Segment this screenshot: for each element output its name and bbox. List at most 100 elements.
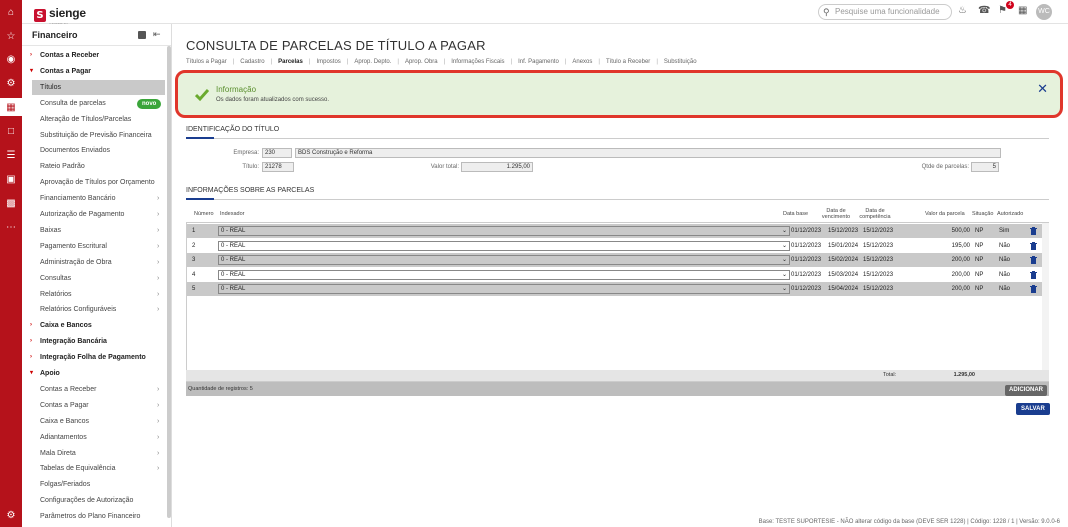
building-icon[interactable]: ◉: [0, 50, 22, 68]
add-button[interactable]: ADICIONAR: [1005, 385, 1047, 396]
cell-valor[interactable]: 200,00: [927, 282, 970, 296]
sidebar-item[interactable]: Títulos: [32, 79, 165, 95]
sidebar-item[interactable]: Relatórios Configuráveis ›: [22, 302, 171, 317]
sidebar-item[interactable]: Configurações de Autorização: [22, 493, 171, 508]
col-situacao[interactable]: Situação: [972, 211, 993, 217]
table-row[interactable]: 2 01/12/2023 15/01/2024 15/12/2023 NP Não 195,…: [187, 239, 1042, 253]
col-numero[interactable]: Número: [194, 211, 214, 217]
sidebar-item[interactable]: Pagamento Escritural ›: [22, 239, 171, 254]
tab[interactable]: Títulos a Pagar: [186, 59, 233, 69]
sidebar-item[interactable]: ▾ Contas a Pagar: [22, 64, 171, 79]
sidebar-item[interactable]: Alteração de Títulos/Parcelas: [22, 112, 171, 127]
lock-icon[interactable]: ▣: [0, 170, 22, 188]
sidebar-item[interactable]: Adiantamentos ›: [22, 430, 171, 445]
status-footer: Base: TESTE SUPORTESIE - NÃO alterar cód…: [758, 519, 1060, 525]
sidebar-item[interactable]: Documentos Enviados: [22, 143, 171, 158]
tab[interactable]: Aprop. Obra: [405, 59, 444, 69]
sidebar-item[interactable]: Aprovação de Títulos por Orçamento: [22, 175, 171, 190]
sidebar-item[interactable]: Rateio Padrão: [22, 159, 171, 174]
tab[interactable]: Aprop. Depto.: [354, 59, 397, 69]
sidebar-item[interactable]: › Integração Folha de Pagamento: [22, 350, 171, 365]
collapse-all-icon[interactable]: [138, 31, 146, 39]
cell-valor[interactable]: 500,00: [927, 224, 970, 238]
tab[interactable]: Inf. Pagamento: [518, 59, 565, 69]
sidebar-item[interactable]: ▾ Apoio: [22, 366, 171, 381]
col-data-vencimento[interactable]: Data de vencimento: [820, 208, 852, 220]
valor-total-field[interactable]: 1.295,00: [461, 162, 533, 172]
col-data-competencia[interactable]: Data de competência: [857, 208, 893, 220]
avatar[interactable]: WC: [1036, 4, 1052, 20]
table-row[interactable]: 3 01/12/2023 15/02/2024 15/12/2023 NP Não 200,…: [187, 253, 1042, 268]
sidebar-item[interactable]: Relatórios ›: [22, 287, 171, 302]
sidebar-item[interactable]: Consulta de parcelas novo: [22, 96, 171, 111]
save-button[interactable]: SALVAR: [1016, 403, 1050, 415]
cell-valor[interactable]: 195,00: [927, 239, 970, 253]
table-row[interactable]: 5 01/12/2023 15/04/2024 15/12/2023 NP Não 200,…: [187, 282, 1042, 297]
sidebar-item[interactable]: Caixa e Bancos ›: [22, 414, 171, 429]
indexador-select[interactable]: 0 - REAL ⌄: [218, 284, 790, 295]
trash-icon[interactable]: [1030, 256, 1037, 265]
trash-icon[interactable]: [1030, 241, 1037, 250]
sidebar-item[interactable]: Administração de Obra ›: [22, 255, 171, 270]
trash-icon[interactable]: [1030, 227, 1037, 235]
apps-grid-icon[interactable]: ▦: [1018, 6, 1027, 16]
finance-icon[interactable]: ▦: [0, 98, 22, 116]
close-icon[interactable]: ✕: [1037, 82, 1048, 95]
table-row[interactable]: 1 01/12/2023 15/12/2023 15/12/2023 NP Sim 500,…: [187, 224, 1042, 238]
grid-scrollbar[interactable]: [1042, 223, 1049, 381]
tab[interactable]: Parcelas: [278, 59, 309, 69]
sidebar-item[interactable]: › Contas a Receber: [22, 48, 171, 63]
sidebar-item[interactable]: Contas a Pagar ›: [22, 398, 171, 413]
headset-icon[interactable]: ☎: [978, 6, 990, 16]
sidebar-item[interactable]: Mala Direta ›: [22, 446, 171, 461]
indexador-select[interactable]: 0 - REAL ⌄: [218, 226, 790, 236]
star-icon[interactable]: ☆: [0, 27, 22, 45]
list-icon[interactable]: ☰: [0, 146, 22, 164]
sidebar-item[interactable]: › Caixa e Bancos: [22, 318, 171, 333]
sidebar-item[interactable]: Folgas/Feriados: [22, 477, 171, 492]
sidebar-item[interactable]: Substituição de Previsão Financeira: [22, 128, 171, 143]
tab[interactable]: Cadastro: [240, 59, 270, 69]
bell-icon[interactable]: ♨: [958, 6, 967, 16]
cell-valor[interactable]: 200,00: [927, 253, 970, 267]
sidebar-item[interactable]: Financiamento Bancário ›: [22, 191, 171, 206]
titulo-field[interactable]: 21278: [262, 162, 294, 172]
col-autorizado[interactable]: Autorizado: [997, 211, 1023, 217]
sidebar-item[interactable]: Tabelas de Equivalência ›: [22, 461, 171, 476]
tools-icon[interactable]: ⚙: [0, 74, 22, 92]
settings-icon[interactable]: ⚙: [0, 506, 22, 524]
collapse-sidebar-icon[interactable]: ⇤: [153, 29, 161, 40]
sidebar-item[interactable]: Consultas ›: [22, 271, 171, 286]
sidebar-scrollbar[interactable]: [167, 46, 171, 518]
sidebar-item[interactable]: › Integração Bancária: [22, 334, 171, 349]
indexador-select[interactable]: 0 - REAL ⌄: [218, 240, 790, 251]
tab[interactable]: Informações Fiscais: [451, 59, 510, 69]
sidebar-item[interactable]: Parâmetros do Plano Financeiro: [22, 509, 171, 524]
sienge-logo[interactable]: S sienge A SOFTPLAN: [34, 4, 86, 26]
table-row[interactable]: 4 01/12/2023 15/03/2024 15/12/2023 NP Não 200,…: [187, 268, 1042, 282]
indexador-select[interactable]: 0 - REAL ⌄: [218, 255, 790, 266]
tab[interactable]: Título a Receber: [606, 59, 656, 69]
cell-valor[interactable]: 200,00: [927, 268, 970, 282]
notifications-icon[interactable]: ⚑: [998, 6, 1007, 16]
monitor-icon[interactable]: ▩: [0, 194, 22, 212]
document-icon[interactable]: □: [0, 122, 22, 140]
empresa-code-field[interactable]: 230: [262, 148, 292, 158]
trash-icon[interactable]: [1030, 270, 1037, 279]
indexador-select[interactable]: 0 - REAL ⌄: [218, 269, 790, 280]
tab[interactable]: Substituição: [664, 59, 703, 69]
col-data-base[interactable]: Data base: [783, 211, 808, 217]
sidebar-item[interactable]: Baixas ›: [22, 223, 171, 238]
sidebar-item[interactable]: Autorização de Pagamento ›: [22, 207, 171, 222]
tab[interactable]: Impostos: [316, 59, 346, 69]
sidebar-item[interactable]: Contas a Receber ›: [22, 382, 171, 397]
search-input[interactable]: ⚲ Pesquise uma funcionalidade: [818, 4, 952, 20]
col-valor-parcela[interactable]: Valor da parcela: [925, 211, 965, 217]
more-icon[interactable]: ⋯: [0, 218, 22, 236]
empresa-name-field[interactable]: BDS Construção e Reforma: [295, 148, 1001, 158]
qtde-parcelas-field[interactable]: 5: [971, 162, 999, 172]
trash-icon[interactable]: [1030, 285, 1037, 294]
home-icon[interactable]: ⌂: [0, 3, 22, 21]
col-indexador[interactable]: Indexador: [220, 211, 244, 217]
tab[interactable]: Anexos: [572, 59, 598, 69]
